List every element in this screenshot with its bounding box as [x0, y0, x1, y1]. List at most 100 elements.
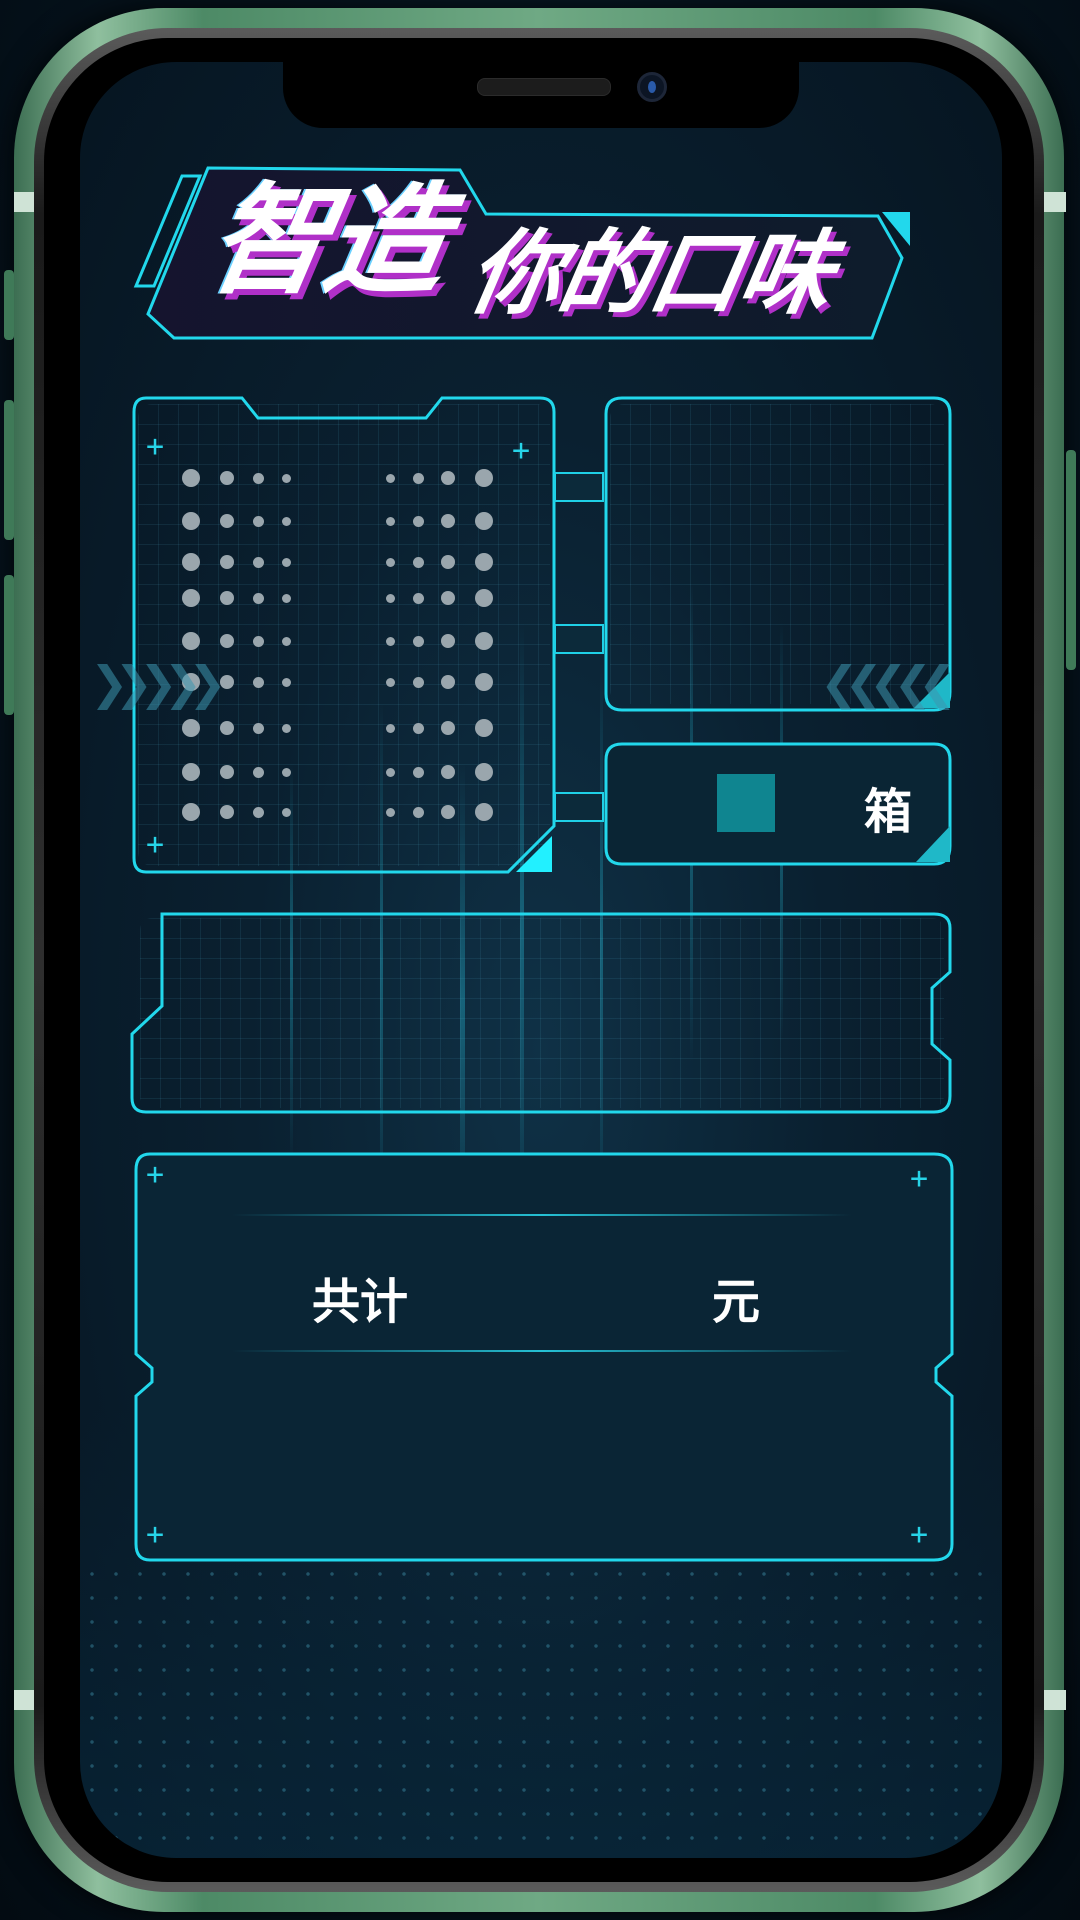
- matrix-dot: [252, 592, 264, 604]
- matrix-dot: [441, 471, 455, 485]
- matrix-dot: [182, 589, 200, 607]
- total-suffix-label: 元: [712, 1274, 761, 1330]
- floor-dot-pattern: [80, 1562, 1002, 1858]
- matrix-dot: [441, 675, 455, 689]
- divider-top: [232, 1214, 852, 1216]
- matrix-dot: [441, 765, 455, 779]
- matrix-dot: [281, 767, 291, 777]
- corner-cross-icon: +: [910, 1161, 929, 1196]
- matrix-dot: [475, 719, 493, 737]
- matrix-dot: [220, 591, 234, 605]
- title-secondary: 你的口味: [460, 220, 840, 327]
- matrix-dot: [182, 803, 200, 821]
- matrix-dot: [182, 719, 200, 737]
- matrix-dot: [385, 807, 395, 817]
- matrix-dot: [281, 593, 291, 603]
- matrix-dot: [220, 721, 234, 735]
- matrix-dot: [182, 469, 200, 487]
- matrix-dot: [252, 556, 264, 568]
- matrix-dot: [252, 635, 264, 647]
- matrix-dot: [281, 807, 291, 817]
- chevron-right-icon: ❯❯❯❯❯: [90, 656, 227, 710]
- corner-cross-icon: +: [512, 433, 531, 468]
- matrix-dot: [281, 473, 291, 483]
- matrix-dot: [220, 634, 234, 648]
- matrix-dot: [385, 723, 395, 733]
- matrix-dot: [412, 766, 424, 778]
- matrix-dot: [441, 721, 455, 735]
- matrix-dot: [441, 555, 455, 569]
- matrix-dot: [441, 805, 455, 819]
- volume-up-button: [4, 400, 14, 540]
- matrix-dot: [252, 766, 264, 778]
- matrix-dot: [281, 636, 291, 646]
- matrix-dot: [385, 677, 395, 687]
- corner-cross-icon: +: [146, 827, 165, 862]
- total-panel-frame: [134, 1152, 954, 1562]
- matrix-dot: [475, 632, 493, 650]
- earpiece-speaker: [477, 78, 611, 96]
- connector: [554, 792, 604, 822]
- matrix-dot: [441, 514, 455, 528]
- matrix-dot: [252, 676, 264, 688]
- notch: [283, 62, 799, 128]
- matrix-dot: [385, 473, 395, 483]
- matrix-dot: [385, 593, 395, 603]
- matrix-dot: [412, 592, 424, 604]
- matrix-dot: [220, 765, 234, 779]
- box-unit-label: 箱: [864, 784, 913, 840]
- matrix-dot: [281, 516, 291, 526]
- matrix-dot: [412, 722, 424, 734]
- matrix-dot: [475, 512, 493, 530]
- front-camera-icon: [637, 72, 667, 102]
- matrix-dot: [281, 723, 291, 733]
- matrix-dot: [412, 635, 424, 647]
- connector: [554, 624, 604, 654]
- corner-cross-icon: +: [146, 1517, 165, 1552]
- corner-cross-icon: +: [910, 1517, 929, 1552]
- matrix-dot: [182, 553, 200, 571]
- matrix-dot: [182, 512, 200, 530]
- matrix-dot: [281, 557, 291, 567]
- title-primary: 智造: [197, 172, 455, 311]
- matrix-dot: [441, 591, 455, 605]
- matrix-dot: [475, 553, 493, 571]
- matrix-dot: [252, 515, 264, 527]
- matrix-dot: [252, 722, 264, 734]
- wide-panel-frame: [130, 912, 952, 1114]
- matrix-dot: [475, 803, 493, 821]
- volume-down-button: [4, 575, 14, 715]
- matrix-dot: [475, 589, 493, 607]
- matrix-dot: [220, 805, 234, 819]
- box-quantity-swatch[interactable]: [717, 774, 775, 832]
- matrix-dot: [475, 673, 493, 691]
- matrix-dot: [412, 515, 424, 527]
- matrix-dot: [412, 676, 424, 688]
- matrix-dot: [220, 555, 234, 569]
- matrix-dot: [475, 469, 493, 487]
- matrix-dot: [412, 806, 424, 818]
- divider-bottom: [232, 1350, 852, 1352]
- corner-cross-icon: +: [146, 1157, 165, 1192]
- matrix-dot: [412, 556, 424, 568]
- matrix-dot: [441, 634, 455, 648]
- matrix-dot: [220, 675, 234, 689]
- total-prefix-label: 共计: [312, 1274, 409, 1330]
- matrix-dot: [182, 632, 200, 650]
- matrix-dot: [385, 636, 395, 646]
- matrix-dot: [252, 472, 264, 484]
- matrix-dot: [385, 516, 395, 526]
- matrix-dot: [252, 806, 264, 818]
- matrix-dot: [220, 514, 234, 528]
- matrix-dot: [220, 471, 234, 485]
- matrix-dot: [412, 472, 424, 484]
- connector: [554, 472, 604, 502]
- chevron-left-icon: ❮❮❮❮❮: [820, 656, 957, 710]
- matrix-dot: [281, 677, 291, 687]
- corner-cross-icon: +: [146, 429, 165, 464]
- power-button: [1066, 450, 1076, 670]
- mute-switch: [4, 270, 14, 340]
- matrix-dot: [475, 763, 493, 781]
- matrix-dot: [385, 767, 395, 777]
- matrix-dot: [385, 557, 395, 567]
